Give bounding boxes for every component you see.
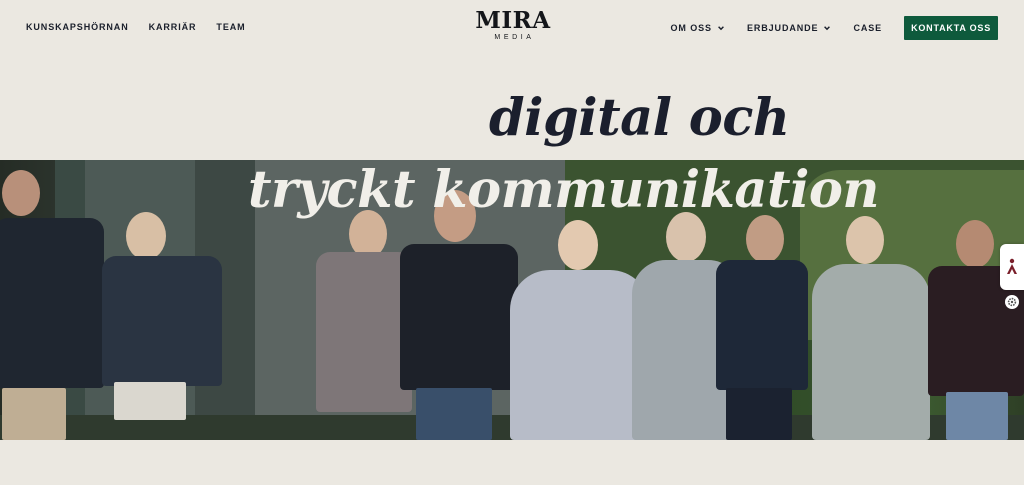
left-nav: KUNSKAPSHÖRNAN KARRIÄR TEAM (26, 22, 246, 32)
hero-title-line-1: digital och (489, 88, 790, 148)
site-header: KUNSKAPSHÖRNAN KARRIÄR TEAM MIRA MEDIA O… (0, 0, 1024, 56)
chevron-down-icon (824, 26, 831, 31)
nav-link-erbjudande-label: ERBJUDANDE (746, 23, 819, 33)
logo-main-text: MIRA (475, 7, 551, 34)
site-logo[interactable]: MIRA MEDIA (474, 9, 552, 42)
settings-widget-button[interactable] (1005, 295, 1019, 309)
nav-link-team[interactable]: TEAM (216, 22, 245, 32)
logo-sub-text: MEDIA (494, 34, 535, 41)
accessibility-icon (1007, 258, 1017, 274)
nav-link-case[interactable]: CASE (853, 23, 882, 33)
gear-icon (1007, 297, 1017, 307)
nav-link-kunskapshornan[interactable]: KUNSKAPSHÖRNAN (26, 22, 129, 32)
nav-link-karriar[interactable]: KARRIÄR (149, 22, 197, 32)
right-nav: OM OSS ERBJUDANDE CASE KONTAKTA OSS (671, 16, 998, 40)
nav-link-erbjudande[interactable]: ERBJUDANDE (747, 23, 832, 33)
contact-button[interactable]: KONTAKTA OSS (904, 16, 998, 40)
chevron-down-icon (718, 26, 724, 31)
nav-link-om-oss-label: OM OSS (670, 23, 712, 33)
hero-title-line-2: tryckt kommunikation (248, 160, 880, 220)
accessibility-widget-button[interactable] (1000, 244, 1024, 290)
nav-link-om-oss[interactable]: OM OSS (671, 23, 725, 33)
